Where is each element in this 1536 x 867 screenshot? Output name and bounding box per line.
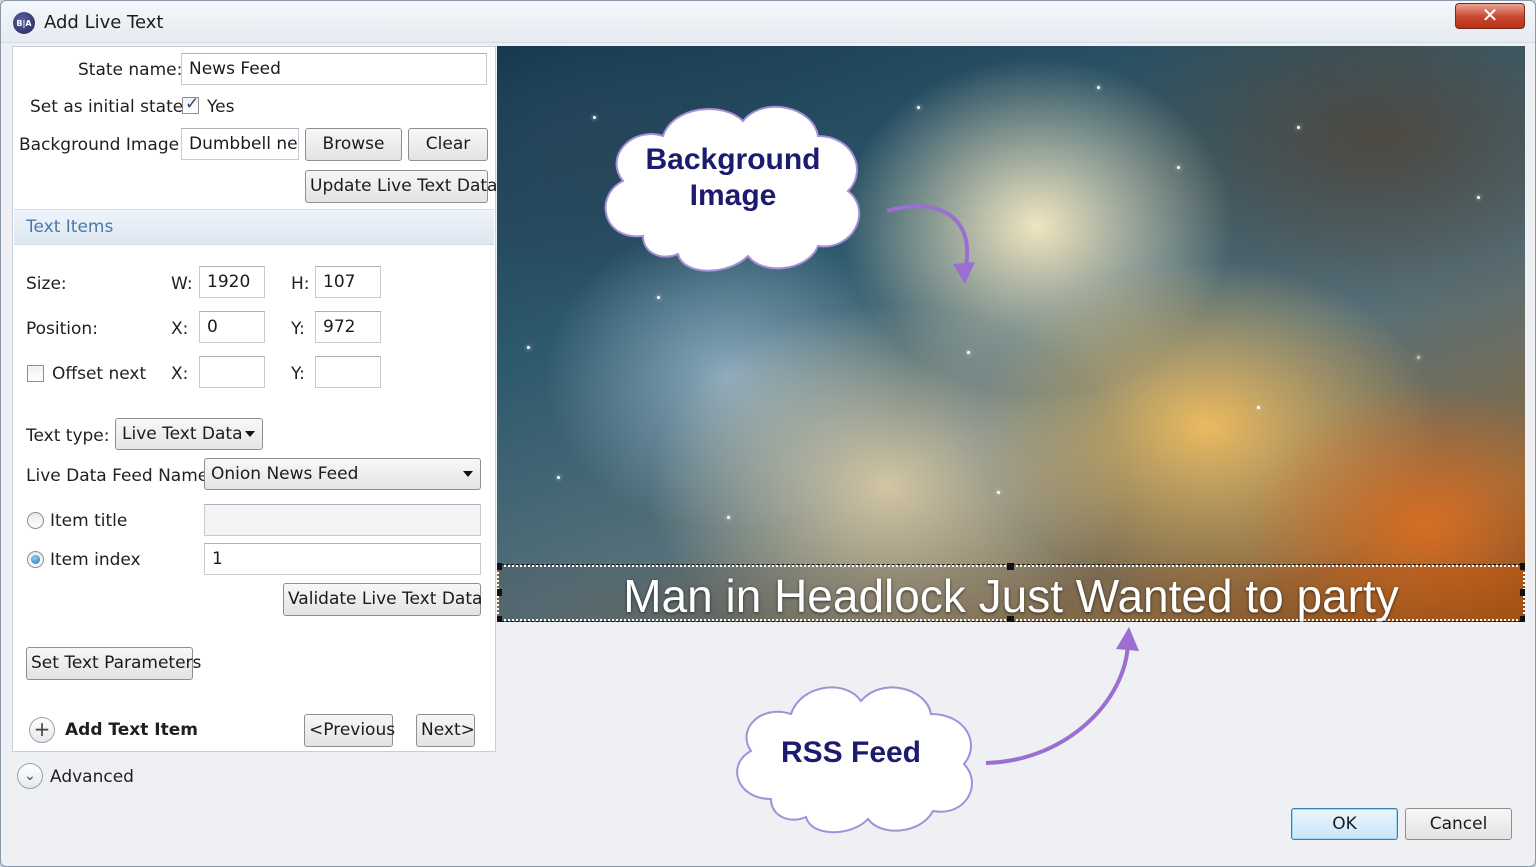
validate-live-text-data-button[interactable]: Validate Live Text Data [283,583,482,616]
callout-line-2: Image [689,179,777,212]
add-text-item-label[interactable]: Add Text Item [65,720,198,740]
title-bar: B|A Add Live Text ✕ [1,1,1535,43]
background-image-input[interactable]: Dumbbell nel [181,128,299,160]
text-items-section-header: Text Items [14,209,494,245]
live-text-headline: Man in Headlock Just Wanted to party [623,570,1399,622]
height-label: H: [291,274,310,294]
offset-next-label: Offset next [52,364,147,384]
item-index-input[interactable]: 1 [204,543,481,575]
state-name-input[interactable]: News Feed [181,53,487,85]
advanced-label[interactable]: Advanced [50,767,134,787]
width-label: W: [171,274,193,294]
dropdown-arrow-icon [463,471,473,477]
callout-line-1: Background [645,143,821,176]
update-live-text-data-button[interactable]: Update Live Text Data [305,170,497,203]
position-y-label: Y: [291,319,305,339]
star [1417,356,1420,359]
clear-button[interactable]: Clear [408,128,488,161]
star [1297,126,1300,129]
star [1477,196,1480,199]
resize-handle[interactable] [497,563,502,570]
offset-x-label: X: [171,364,189,384]
feed-name-dropdown[interactable]: Onion News Feed [204,458,481,490]
item-title-label: Item title [50,511,128,531]
position-x-label: X: [171,319,189,339]
resize-handle[interactable] [1520,616,1525,622]
background-image-callout-arrow [886,204,975,284]
set-text-parameters-button[interactable]: Set Text Parameters [26,647,201,680]
ok-button[interactable]: OK [1291,808,1398,840]
resize-handle[interactable] [497,589,502,596]
item-index-radio[interactable] [27,551,44,568]
close-button[interactable]: ✕ [1455,3,1525,29]
cancel-button[interactable]: Cancel [1405,808,1512,840]
text-type-label: Text type: [26,426,110,446]
star [527,346,530,349]
position-label: Position: [26,319,98,339]
add-text-item-plus-icon[interactable]: + [29,717,55,743]
initial-state-checkbox[interactable]: ✓ [182,94,200,114]
left-panel: State name: News Feed Set as initial sta… [12,46,497,752]
text-type-value: Live Text Data [122,424,243,444]
item-index-label: Item index [50,550,141,570]
resize-handle[interactable] [497,616,502,622]
text-type-dropdown[interactable]: Live Text Data [115,418,263,450]
star [657,296,660,299]
initial-state-label: Set as initial state: [30,97,189,117]
rss-feed-callout-text: RSS Feed [780,736,922,769]
window-title: Add Live Text [44,12,164,33]
offset-x-input[interactable] [199,356,265,388]
resize-handle[interactable] [1007,563,1014,570]
height-input[interactable]: 107 [315,266,381,298]
item-title-radio[interactable] [27,512,44,529]
browse-button[interactable]: Browse [305,128,402,161]
star [1257,406,1260,409]
state-name-label: State name: [78,60,183,80]
star [557,476,560,479]
check-icon: ✓ [185,94,200,114]
star [727,516,730,519]
position-y-input[interactable]: 972 [315,311,381,343]
background-image-label: Background Image: [19,135,185,155]
text-items-header-label: Text Items [26,217,114,237]
star [997,491,1000,494]
offset-y-label: Y: [291,364,305,384]
offset-y-input[interactable] [315,356,381,388]
rss-feed-callout-arrow [985,627,1139,765]
star [1177,166,1180,169]
radio-selected-dot [31,555,40,564]
advanced-chevron-down-icon[interactable]: ⌄ [17,763,43,789]
star [1097,86,1100,89]
next-button[interactable]: Next> [416,714,475,747]
position-x-input[interactable]: 0 [199,311,265,343]
background-image-preview: Background Image Man in Headlock Just Wa… [497,46,1525,622]
item-title-input[interactable] [204,504,481,536]
resize-handle[interactable] [1520,589,1525,596]
app-logo-icon: B|A [13,12,35,34]
initial-state-yes-label: Yes [207,97,235,117]
feed-name-label: Live Data Feed Name [26,466,209,486]
background-image-callout-text: Background Image [593,142,873,214]
add-live-text-dialog: B|A Add Live Text ✕ State name: News Fee… [0,0,1536,867]
size-label: Size: [26,274,67,294]
star [967,351,970,354]
star [917,106,920,109]
feed-name-value: Onion News Feed [211,464,359,484]
dropdown-arrow-icon [245,431,255,437]
live-text-item-box[interactable]: Man in Headlock Just Wanted to party [497,563,1525,622]
offset-next-checkbox[interactable] [27,365,44,382]
resize-handle[interactable] [1520,563,1525,570]
previous-button[interactable]: <Previous [304,714,395,747]
width-input[interactable]: 1920 [199,266,265,298]
